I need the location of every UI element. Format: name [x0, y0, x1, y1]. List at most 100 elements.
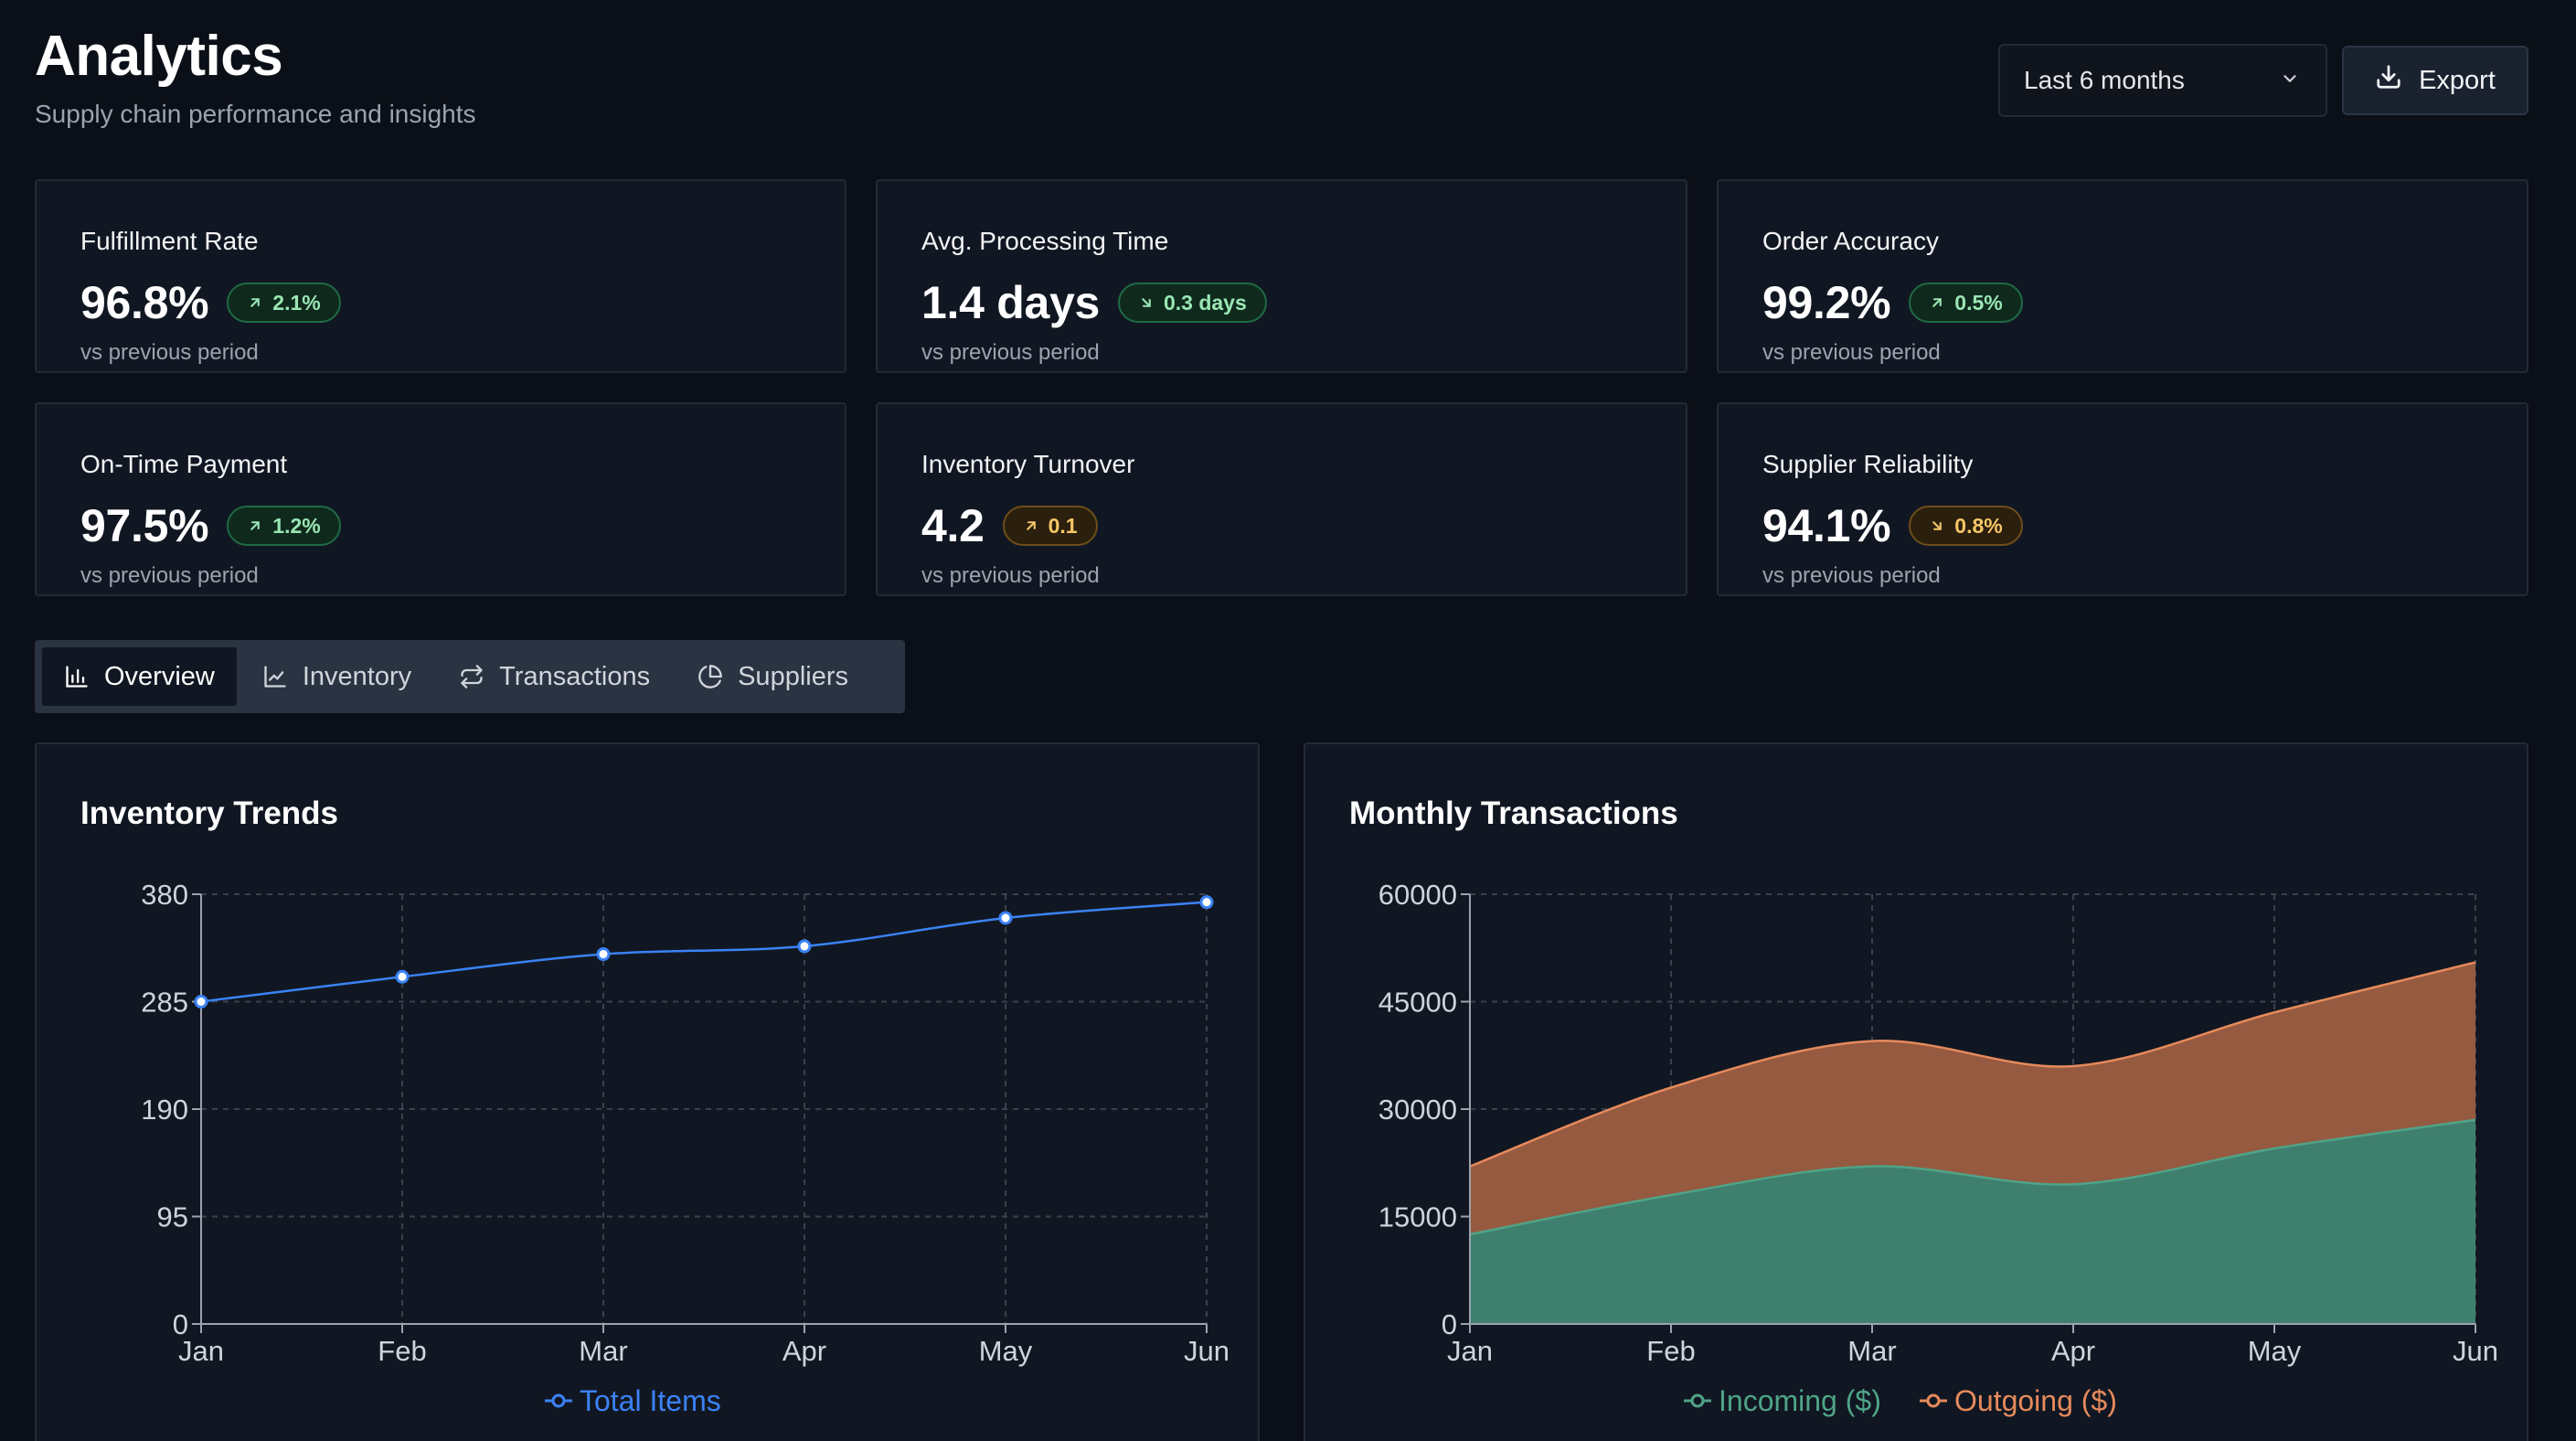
y-tick-label: 45000	[1378, 987, 1457, 1019]
page-subtitle: Supply chain performance and insights	[35, 100, 476, 128]
data-point	[395, 969, 410, 984]
kpi-comparison: vs previous period	[80, 340, 259, 365]
arrow-up-right-icon	[247, 518, 263, 534]
bar-chart-icon	[64, 664, 90, 689]
export-button[interactable]: Export	[2342, 46, 2528, 115]
kpi-label: Avg. Processing Time	[921, 227, 1169, 255]
kpi-value: 4.2	[921, 500, 985, 551]
legend-point-marker	[551, 1393, 566, 1408]
x-tick-label: Apr	[782, 1335, 826, 1367]
data-point	[797, 939, 812, 954]
kpi-card: On-Time Payment 97.5% 1.2% vs previous peri…	[35, 402, 846, 596]
kpi-value: 97.5%	[80, 500, 209, 551]
legend-label: Total Items	[580, 1384, 721, 1417]
kpi-value-row: 4.2 0.1	[921, 499, 1642, 552]
monthly-transactions-chart: 015000300004500060000Jan Feb Mar Apr May JunI…	[1378, 879, 2498, 1417]
kpi-change-badge: 2.1%	[227, 283, 341, 323]
kpi-change-value: 0.3 days	[1163, 290, 1247, 315]
data-point	[1199, 895, 1214, 910]
kpi-value: 1.4 days	[921, 277, 1100, 328]
kpi-change-badge: 0.8%	[1909, 506, 2023, 546]
arrow-up-right-icon	[1929, 294, 1945, 311]
y-tick-label: 285	[141, 987, 188, 1019]
kpi-label: Order Accuracy	[1762, 227, 1939, 255]
kpi-card: Avg. Processing Time 1.4 days 0.3 days vs p…	[876, 179, 1687, 373]
header-actions: Last 6 months Export	[1998, 44, 2528, 117]
tab-label: Transactions	[499, 661, 651, 691]
x-tick-label: Feb	[378, 1335, 426, 1367]
monthly-transactions-card: Monthly Transactions 0 15000 30000 45000 600…	[1304, 742, 2528, 1441]
kpi-card: Inventory Turnover 4.2 0.1 vs previous peri…	[876, 402, 1687, 596]
kpi-change-badge: 1.2%	[227, 506, 341, 546]
kpi-change-value: 0.1	[1048, 513, 1078, 538]
x-tick-label: Jan	[178, 1335, 224, 1367]
analytics-page: Analytics Supply chain performance and i…	[0, 0, 2576, 1441]
tab-inventory[interactable]: Inventory	[240, 647, 433, 706]
x-tick-label: Jun	[1184, 1335, 1229, 1367]
tab-label: Inventory	[302, 661, 412, 691]
kpi-comparison: vs previous period	[921, 563, 1100, 588]
y-tick-label: 95	[157, 1201, 188, 1233]
kpi-change-value: 1.2%	[272, 513, 321, 538]
y-tick-label: 30000	[1378, 1094, 1457, 1126]
kpi-value-row: 99.2% 0.5%	[1762, 276, 2483, 329]
series-line-total-items	[200, 901, 1208, 1003]
line-chart-icon	[262, 664, 288, 689]
page-header: Analytics Supply chain performance and i…	[35, 24, 476, 129]
kpi-comparison: vs previous period	[921, 340, 1100, 365]
tab-transactions[interactable]: Transactions	[437, 647, 672, 706]
kpi-value-row: 97.5% 1.2%	[80, 499, 801, 552]
arrow-down-right-icon	[1138, 294, 1155, 311]
legend-label: Incoming ($)	[1719, 1384, 1881, 1417]
kpi-change-value: 2.1%	[272, 290, 321, 315]
x-tick-label: Mar	[1847, 1335, 1896, 1367]
kpi-change-value: 0.8%	[1954, 513, 2003, 538]
kpi-value: 94.1%	[1762, 500, 1891, 551]
legend-point-marker	[1690, 1393, 1705, 1408]
x-tick-label: Jan	[1447, 1335, 1493, 1367]
tab-label: Overview	[104, 661, 215, 691]
y-tick-label: 60000	[1378, 879, 1457, 911]
kpi-comparison: vs previous period	[1762, 563, 1941, 588]
legend-point-marker	[1926, 1393, 1941, 1408]
tab-suppliers[interactable]: Suppliers	[676, 647, 870, 706]
y-tick-label: 15000	[1378, 1201, 1457, 1233]
kpi-value: 96.8%	[80, 277, 209, 328]
pie-chart-icon	[697, 664, 723, 689]
y-tick-label: 380	[141, 879, 188, 911]
y-tick-label: 190	[141, 1094, 188, 1126]
tab-label: Suppliers	[738, 661, 848, 691]
legend-label: Outgoing ($)	[1954, 1384, 2117, 1417]
kpi-change-badge: 0.5%	[1909, 283, 2023, 323]
kpi-label: Supplier Reliability	[1762, 450, 1974, 478]
x-tick-label: Apr	[2051, 1335, 2095, 1367]
kpi-comparison: vs previous period	[1762, 340, 1941, 365]
tab-overview[interactable]: Overview	[42, 647, 237, 706]
inventory-trends-chart: 095190285380Jan Feb Mar Apr May JunTotal Item…	[141, 879, 1229, 1417]
x-tick-label: Mar	[579, 1335, 627, 1367]
arrow-up-right-icon	[247, 294, 263, 311]
tab-bar: Overview Inventory Transactions Suppliers	[35, 640, 905, 713]
arrow-down-right-icon	[1929, 518, 1945, 534]
data-point	[596, 947, 611, 962]
x-tick-label: May	[2248, 1335, 2302, 1367]
x-tick-label: May	[979, 1335, 1033, 1367]
date-range-select[interactable]: Last 6 months	[1998, 44, 2327, 117]
export-label: Export	[2419, 65, 2496, 95]
inventory-trends-card: Inventory Trends 0 95 190 285 380 Jan Feb Mar Ap…	[35, 742, 1260, 1441]
kpi-value: 99.2%	[1762, 277, 1891, 328]
kpi-grid: Fulfillment Rate 96.8% 2.1% vs previous per…	[35, 179, 2528, 596]
data-point	[194, 995, 208, 1009]
page-title: Analytics	[35, 25, 283, 88]
kpi-value-row: 1.4 days 0.3 days	[921, 276, 1642, 329]
repeat-icon	[459, 664, 484, 689]
arrow-up-right-icon	[1023, 518, 1039, 534]
kpi-card: Order Accuracy 99.2% 0.5% vs previous perio…	[1717, 179, 2528, 373]
kpi-value-row: 94.1% 0.8%	[1762, 499, 2483, 552]
kpi-change-value: 0.5%	[1954, 290, 2003, 315]
kpi-change-badge: 0.3 days	[1117, 283, 1267, 323]
date-range-value: Last 6 months	[2024, 66, 2185, 94]
kpi-card: Fulfillment Rate 96.8% 2.1% vs previous per…	[35, 179, 846, 373]
kpi-label: On-Time Payment	[80, 450, 288, 478]
x-tick-label: Feb	[1646, 1335, 1695, 1367]
